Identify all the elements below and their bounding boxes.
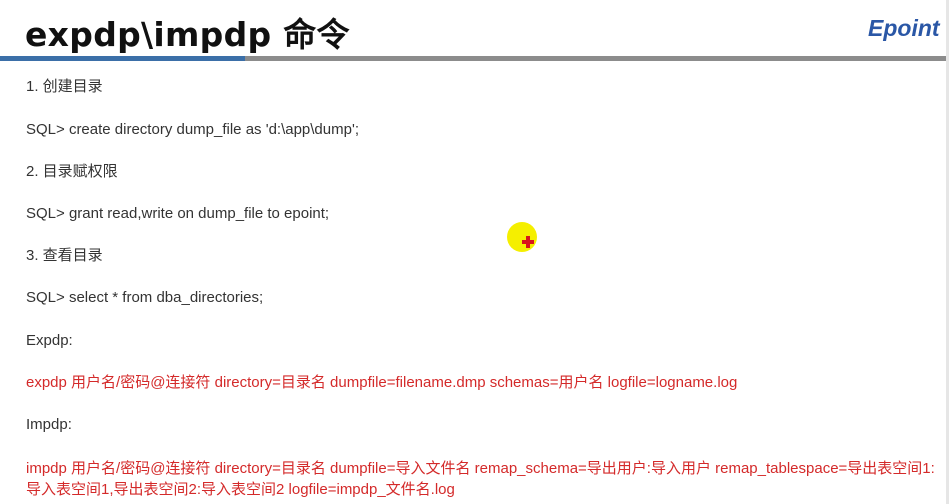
expdp-label: Expdp: — [26, 332, 73, 349]
step-3-heading: 3. 查看目录 — [26, 247, 103, 264]
mouse-pointer-highlight-icon — [507, 222, 537, 252]
sql-select-directories: SQL> select * from dba_directories; — [26, 289, 264, 306]
sql-grant: SQL> grant read,write on dump_file to ep… — [26, 205, 330, 222]
impdp-command: impdp 用户名/密码@连接符 directory=目录名 dumpfile=… — [26, 460, 935, 498]
step-1-heading: 1. 创建目录 — [26, 78, 103, 95]
impdp-label: Impdp: — [26, 416, 72, 433]
title-underline-accent — [0, 56, 245, 61]
sql-create-directory: SQL> create directory dump_file as 'd:\a… — [26, 121, 359, 138]
expdp-command: expdp 用户名/密码@连接符 directory=目录名 dumpfile=… — [26, 374, 738, 391]
title-underline-divider — [245, 56, 949, 61]
step-2-heading: 2. 目录赋权限 — [26, 163, 118, 180]
company-logo: Epoint 新 — [868, 15, 949, 41]
slide-title: expdp\impdp 命令 — [25, 15, 350, 54]
